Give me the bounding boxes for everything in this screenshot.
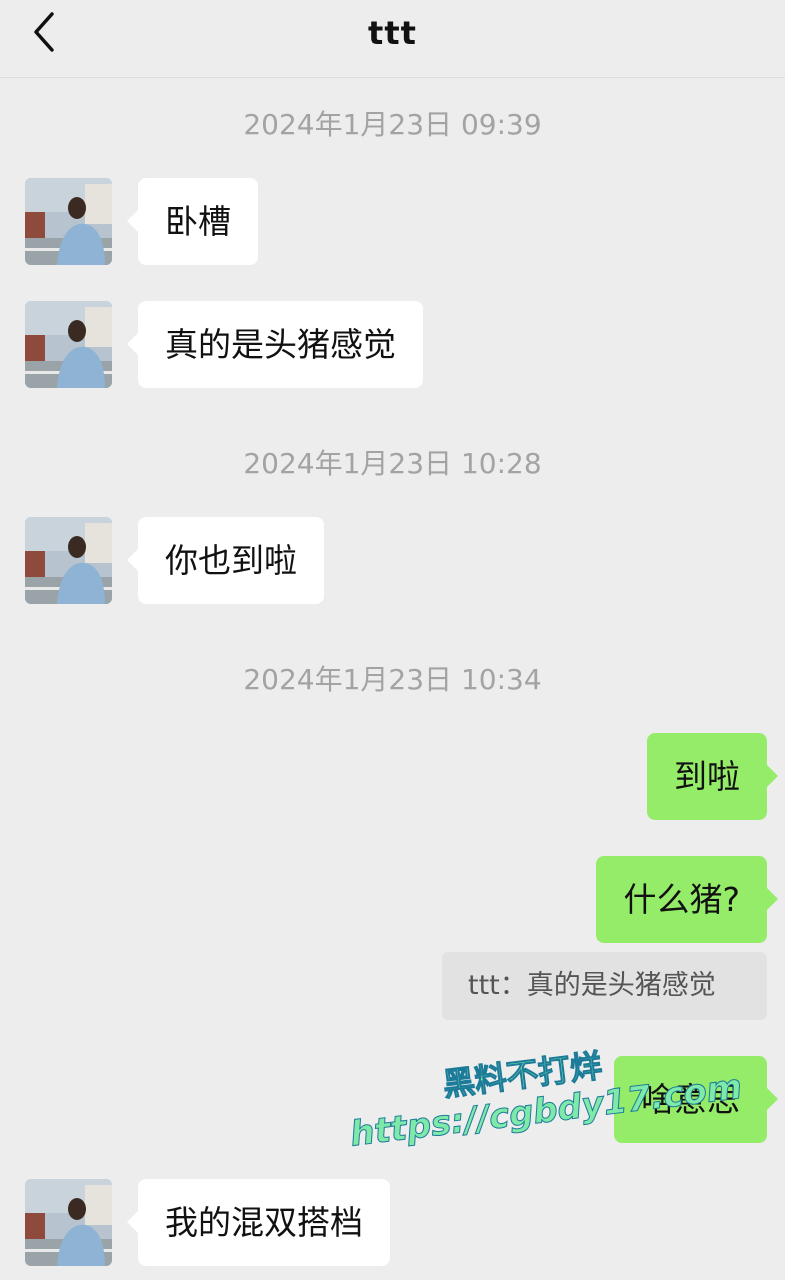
watermark-text: 黑料不打烊 (440, 1046, 605, 1104)
avatar[interactable] (25, 301, 112, 388)
message-bubble-outgoing[interactable]: 啥意思 (614, 1056, 778, 1143)
message-bubble-outgoing[interactable]: 什么猪? (596, 856, 778, 943)
timestamp: 2024年1月23日 10:34 (243, 663, 542, 696)
avatar[interactable] (25, 1179, 112, 1266)
avatar[interactable] (25, 517, 112, 604)
message-bubble-incoming[interactable]: 你也到啦 (127, 517, 324, 604)
message-bubble-incoming[interactable]: 我的混双搭档 (127, 1179, 390, 1266)
chat-title: ttt (368, 14, 417, 52)
chat-header: ttt (0, 0, 785, 78)
timestamp: 2024年1月23日 09:39 (243, 108, 542, 141)
timestamp: 2024年1月23日 10:28 (243, 447, 542, 480)
avatar[interactable] (25, 178, 112, 265)
quoted-message[interactable]: ttt：真的是头猪感觉 (442, 952, 767, 1020)
message-bubble-outgoing[interactable]: 到啦 (647, 733, 778, 820)
message-bubble-incoming[interactable]: 真的是头猪感觉 (127, 301, 423, 388)
message-bubble-incoming[interactable]: 卧槽 (127, 178, 258, 265)
